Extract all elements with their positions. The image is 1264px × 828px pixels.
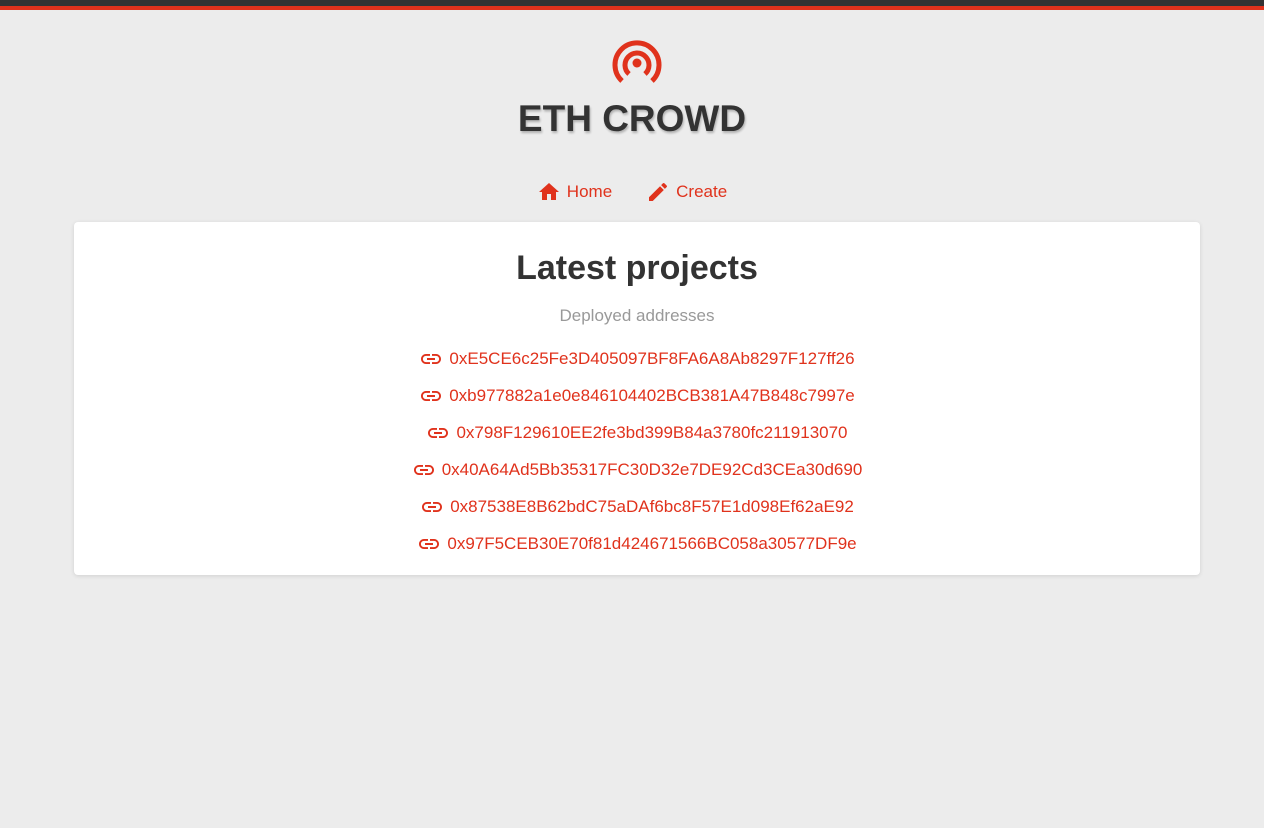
link-icon (421, 390, 442, 401)
pencil-icon (649, 182, 668, 201)
nav-create-link[interactable]: Create (646, 178, 727, 206)
address-text: 0x87538E8B62bdC75aDAf6bc8F57E1d098Ef62aE… (450, 496, 854, 516)
link-icon (428, 427, 449, 438)
link-icon (421, 353, 442, 364)
address-link-2[interactable]: 0xb977882a1e0e846104402BCB381A47B848c799… (419, 384, 855, 408)
main-nav: Home Create (0, 178, 1264, 206)
address-link-5[interactable]: 0x87538E8B62bdC75aDAf6bc8F57E1d098Ef62aE… (420, 495, 854, 519)
nav-create-label: Create (676, 182, 728, 201)
address-text: 0xb977882a1e0e846104402BCB381A47B848c799… (449, 385, 855, 405)
nav-home-link[interactable]: Home (537, 178, 612, 206)
list-item: 0x97F5CEB30E70f81d424671566BC058a30577DF… (74, 525, 1200, 562)
top-bar-accent (0, 6, 1264, 10)
address-link-1[interactable]: 0xE5CE6c25Fe3D405097BF8FA6A8Ab8297F127ff… (419, 347, 855, 371)
card-title: Latest projects (516, 249, 758, 287)
latest-projects-card: Latest projects Deployed addresses 0xE5C… (74, 222, 1200, 575)
nav-home-label: Home (566, 182, 613, 201)
address-link-3[interactable]: 0x798F129610EE2fe3bd399B84a3780fc2119130… (426, 421, 848, 445)
list-item: 0x87538E8B62bdC75aDAf6bc8F57E1d098Ef62aE… (74, 488, 1200, 525)
list-item: 0x798F129610EE2fe3bd399B84a3780fc2119130… (74, 414, 1200, 451)
home-icon (538, 183, 559, 200)
address-text: 0x798F129610EE2fe3bd399B84a3780fc2119130… (456, 422, 848, 442)
address-list: 0xE5CE6c25Fe3D405097BF8FA6A8Ab8297F127ff… (74, 340, 1200, 562)
list-item: 0xE5CE6c25Fe3D405097BF8FA6A8Ab8297F127ff… (74, 340, 1200, 377)
address-link-6[interactable]: 0x97F5CEB30E70f81d424671566BC058a30577DF… (417, 532, 857, 556)
link-icon (413, 464, 434, 475)
address-text: 0x40A64Ad5Bb35317FC30D32e7DE92Cd3CEa30d6… (441, 459, 863, 479)
address-text: 0xE5CE6c25Fe3D405097BF8FA6A8Ab8297F127ff… (449, 348, 855, 368)
site-title: ETH CROWD (517, 98, 747, 139)
broadcast-icon (612, 40, 662, 83)
list-item: 0xb977882a1e0e846104402BCB381A47B848c799… (74, 377, 1200, 414)
address-text: 0x97F5CEB30E70f81d424671566BC058a30577DF… (447, 533, 857, 553)
link-icon (422, 501, 443, 512)
link-icon (419, 538, 440, 549)
address-link-4[interactable]: 0x40A64Ad5Bb35317FC30D32e7DE92Cd3CEa30d6… (412, 458, 863, 482)
card-subtitle: Deployed addresses (559, 306, 715, 325)
list-item: 0x40A64Ad5Bb35317FC30D32e7DE92Cd3CEa30d6… (74, 451, 1200, 488)
